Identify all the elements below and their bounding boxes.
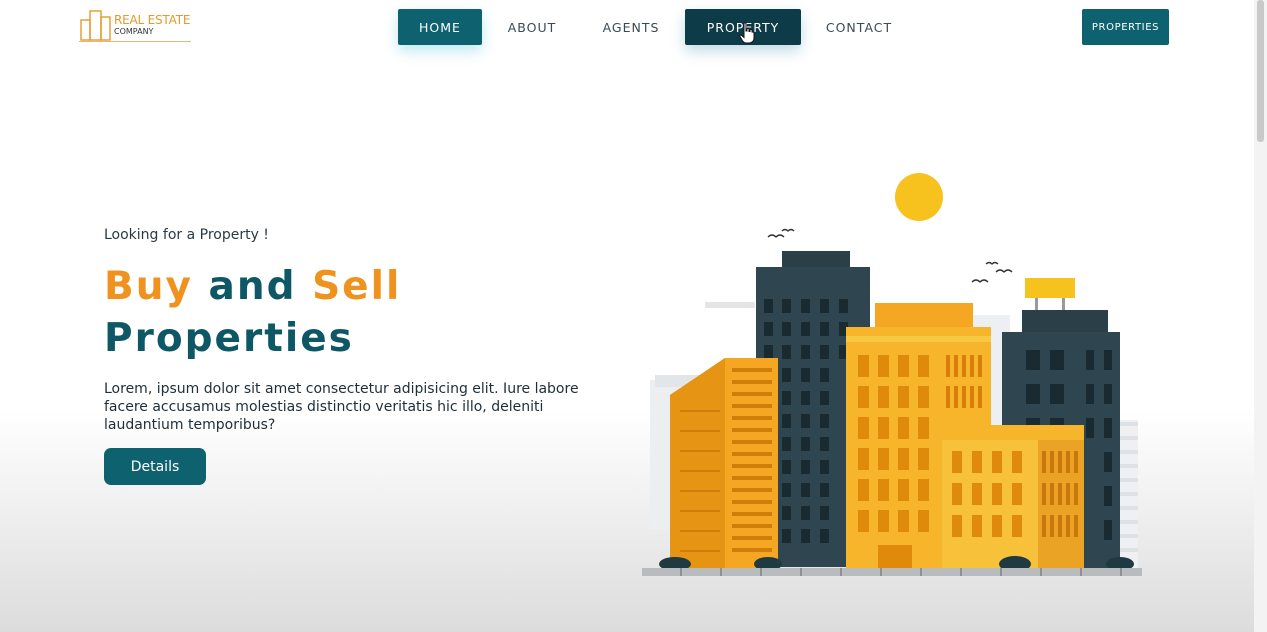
building-logo-icon — [80, 10, 111, 41]
logo-text-secondary: COMPANY — [114, 27, 154, 36]
nav-contact[interactable]: CONTACT — [815, 9, 903, 45]
hero-description: Lorem, ipsum dolor sit amet consectetur … — [104, 381, 579, 433]
site-header: REAL ESTATE COMPANY HOME ABOUT AGENTS PR… — [0, 0, 1267, 60]
nav-agents[interactable]: AGENTS — [591, 9, 671, 45]
company-logo[interactable]: REAL ESTATE COMPANY — [78, 8, 194, 44]
properties-button[interactable]: PROPERTIES — [1082, 9, 1169, 45]
hero-title-line1: Buy and Sell — [104, 262, 401, 312]
hero-title-buy: Buy — [104, 264, 193, 309]
logo-underline — [79, 41, 191, 42]
sun-icon — [895, 173, 943, 221]
hand-pointer-cursor-icon — [739, 22, 755, 44]
scrollbar[interactable] — [1254, 0, 1267, 632]
hero-title-and: and — [208, 264, 297, 309]
nav-home[interactable]: HOME — [398, 9, 482, 45]
details-button[interactable]: Details — [104, 448, 206, 485]
logo-text-primary: REAL ESTATE — [114, 13, 191, 27]
hero-title-sell: Sell — [312, 264, 402, 309]
scrollbar-thumb[interactable] — [1257, 0, 1264, 142]
hero-title-line2: Properties — [104, 316, 354, 361]
nav-about[interactable]: ABOUT — [497, 9, 567, 45]
hero-tagline: Looking for a Property ! — [104, 227, 269, 243]
city-buildings-illustration — [642, 173, 1142, 576]
